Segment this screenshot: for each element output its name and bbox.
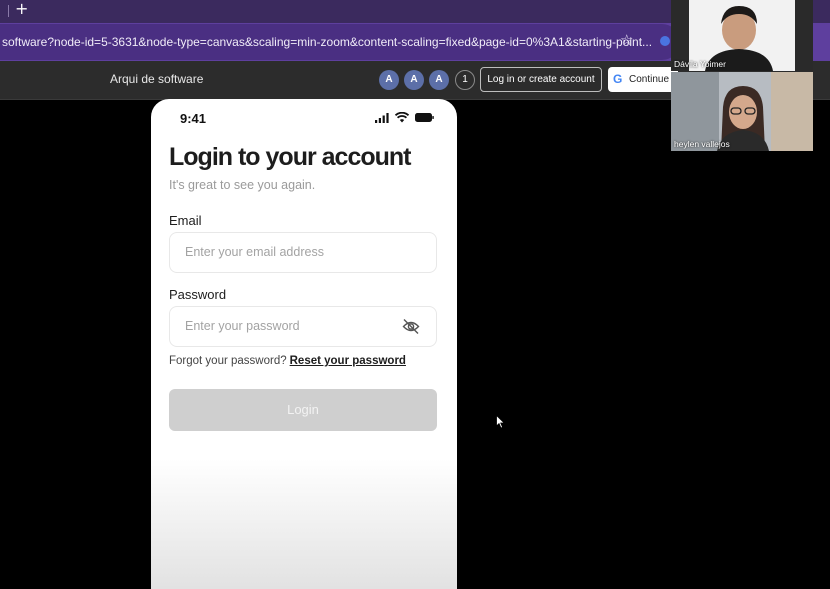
forgot-password-row: Forgot your password? Reset your password <box>169 355 406 367</box>
page-title: Login to your account <box>169 143 411 171</box>
url-text: software?node-id=5-3631&node-type=canvas… <box>2 35 653 49</box>
password-placeholder: Enter your password <box>185 319 300 333</box>
avatar[interactable]: A <box>379 70 399 90</box>
avatar[interactable]: A <box>404 70 424 90</box>
eye-off-icon[interactable] <box>402 318 420 335</box>
continue-with-google-button[interactable]: G Continue w <box>608 67 679 92</box>
video-tile-participant[interactable]: Dávila Yoimer <box>671 0 813 71</box>
file-name: Arqui de software <box>110 72 204 86</box>
page-subtitle: It's great to see you again. <box>169 178 316 192</box>
star-icon[interactable]: ☆ <box>620 31 633 49</box>
participant-name: Dávila Yoimer <box>674 59 726 69</box>
new-tab-button[interactable]: + <box>15 0 28 18</box>
login-or-create-account-button[interactable]: Log in or create account <box>480 67 602 92</box>
login-button[interactable]: Login <box>169 389 437 431</box>
extension-icon[interactable] <box>660 36 670 46</box>
mouse-cursor-icon <box>496 415 506 429</box>
avatar[interactable]: A <box>429 70 449 90</box>
viewer-count-badge[interactable]: 1 <box>455 70 475 90</box>
video-tile-participant[interactable]: heylen vallejos <box>671 72 813 151</box>
email-placeholder: Enter your email address <box>185 245 324 259</box>
phone-frame: 9:41 Login to your account It's great to… <box>151 99 457 589</box>
tab-separator <box>8 5 9 17</box>
reset-password-link[interactable]: Reset your password <box>290 355 406 367</box>
participant-name: heylen vallejos <box>674 139 730 149</box>
password-label: Password <box>169 287 227 302</box>
google-icon: G <box>613 72 623 86</box>
password-field[interactable]: Enter your password <box>169 306 437 347</box>
email-label: Email <box>169 213 202 228</box>
cellular-signal-icon <box>375 113 389 123</box>
url-field[interactable]: software?node-id=5-3631&node-type=canvas… <box>0 24 680 60</box>
email-field[interactable]: Enter your email address <box>169 232 437 273</box>
status-time: 9:41 <box>180 111 207 126</box>
forgot-password-text: Forgot your password? <box>169 355 287 367</box>
battery-icon <box>415 113 434 122</box>
wifi-icon <box>395 112 409 123</box>
